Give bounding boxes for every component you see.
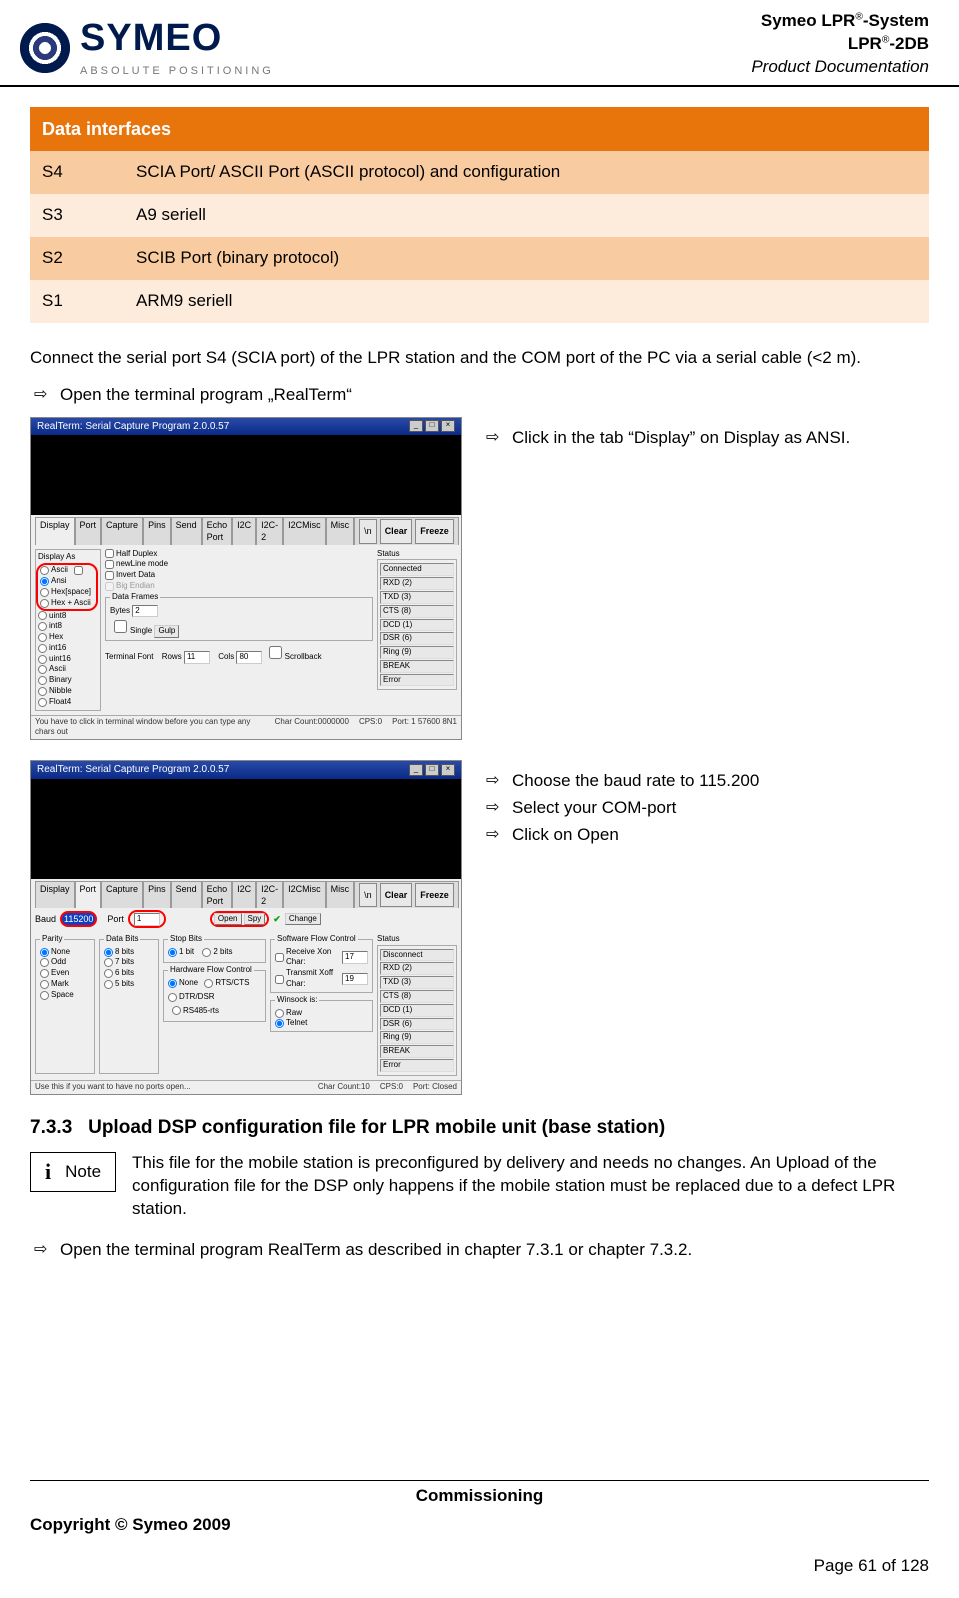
section-heading: 7.3.3 Upload DSP configuration file for … [30,1115,929,1141]
display-tab-instruction: Click in the tab “Display” on Display as… [482,427,929,450]
realterm-screenshot-display: RealTerm: Serial Capture Program 2.0.0.5… [30,417,462,741]
note-text: This file for the mobile station is prec… [132,1152,929,1221]
page-footer: Commissioning Copyright © Symeo 2009 Pag… [0,1480,959,1598]
page-header: SYMEO ABSOLUTE POSITIONING Symeo LPR®-Sy… [0,0,959,87]
logo-subtitle: ABSOLUTE POSITIONING [80,64,274,79]
connect-paragraph: Connect the serial port S4 (SCIA port) o… [30,347,929,370]
baud-highlight: 115200 [60,911,97,927]
select-com-step: Select your COM-port [482,797,929,820]
window-buttons: _□× [409,420,455,432]
table-row: S3A9 seriell [30,194,929,237]
realterm-screenshot-port: RealTerm: Serial Capture Program 2.0.0.5… [30,760,462,1094]
data-interfaces-table: Data interfaces S4SCIA Port/ ASCII Port … [30,107,929,323]
choose-baud-step: Choose the baud rate to 115.200 [482,770,929,793]
logo: SYMEO ABSOLUTE POSITIONING [20,13,274,79]
click-open-step: Click on Open [482,824,929,847]
info-icon: i [45,1157,51,1187]
port-highlight: 1 [128,910,166,928]
table-title: Data interfaces [30,107,929,151]
table-row: S2SCIB Port (binary protocol) [30,237,929,280]
logo-icon [20,23,70,73]
logo-word: SYMEO [80,13,274,64]
check-icon: ✔ [273,913,281,925]
open-highlight: Open Spy [210,911,269,928]
step-open-realterm: Open the terminal program „RealTerm“ [30,384,929,407]
note-box: i Note [30,1152,116,1192]
table-row: S4SCIA Port/ ASCII Port (ASCII protocol)… [30,151,929,194]
table-row: S1ARM9 seriell [30,280,929,323]
open-realterm-step-2: Open the terminal program RealTerm as de… [30,1239,929,1262]
header-doc-title: Symeo LPR®-System LPR®-2DB Product Docum… [751,10,929,79]
